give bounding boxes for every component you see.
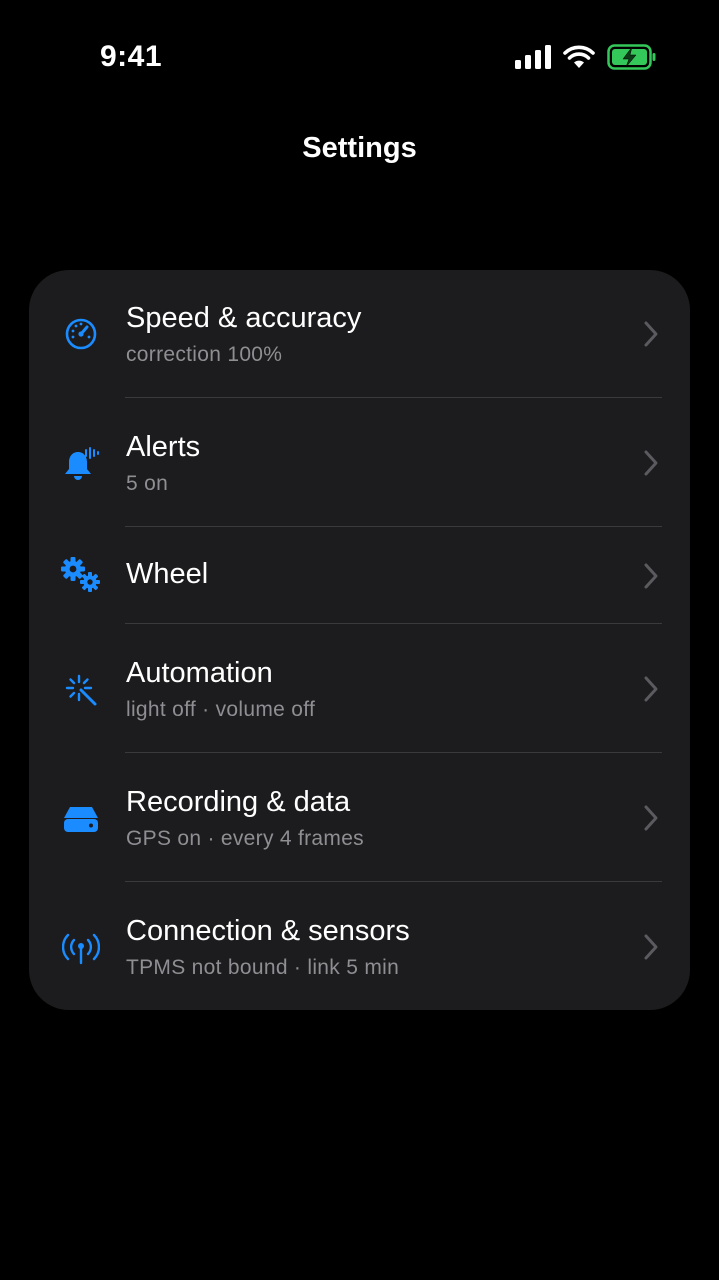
wifi-icon — [563, 45, 595, 69]
antenna-signal-icon — [59, 926, 103, 970]
settings-item-alerts[interactable]: Alerts 5 on — [29, 398, 690, 527]
row-title: Wheel — [126, 558, 209, 590]
settings-item-connection-sensors[interactable]: Connection & sensors TPMS not bound · li… — [29, 882, 690, 1010]
status-time: 9:41 — [100, 40, 163, 73]
row-subtitle: correction 100% — [126, 343, 283, 366]
row-subtitle: TPMS not bound · link 5 min — [126, 956, 400, 979]
row-title: Automation — [126, 657, 273, 689]
row-subtitle: GPS on · every 4 frames — [126, 827, 364, 850]
chevron-right-icon — [644, 450, 658, 476]
storage-drive-icon — [59, 797, 103, 841]
status-bar: 9:41 — [0, 0, 719, 110]
settings-item-speed-accuracy[interactable]: Speed & accuracy correction 100% — [29, 270, 690, 398]
chevron-right-icon — [644, 676, 658, 702]
cellular-signal-icon — [515, 45, 551, 69]
row-title: Connection & sensors — [126, 915, 410, 947]
chevron-right-icon — [644, 563, 658, 589]
bell-alert-icon — [59, 442, 103, 486]
row-title: Alerts — [126, 431, 201, 463]
row-subtitle: light off · volume off — [126, 698, 316, 721]
sparkle-wand-icon — [59, 668, 103, 712]
status-icons — [515, 44, 657, 70]
chevron-right-icon — [644, 805, 658, 831]
row-title: Recording & data — [126, 786, 351, 818]
page-title: Settings — [302, 132, 417, 164]
settings-list: Speed & accuracy correction 100% Alerts … — [29, 270, 690, 1010]
settings-item-wheel[interactable]: Wheel — [29, 527, 690, 624]
gears-icon — [57, 553, 105, 597]
settings-item-automation[interactable]: Automation light off · volume off — [29, 624, 690, 753]
speedometer-icon — [59, 312, 103, 356]
battery-charging-icon — [607, 44, 657, 70]
chevron-right-icon — [644, 934, 658, 960]
settings-item-recording-data[interactable]: Recording & data GPS on · every 4 frames — [29, 753, 690, 882]
row-title: Speed & accuracy — [126, 302, 362, 334]
chevron-right-icon — [644, 321, 658, 347]
row-subtitle: 5 on — [126, 472, 169, 495]
settings-screen: 9:41 Settings Speed & accuracy correctio… — [0, 0, 719, 1280]
